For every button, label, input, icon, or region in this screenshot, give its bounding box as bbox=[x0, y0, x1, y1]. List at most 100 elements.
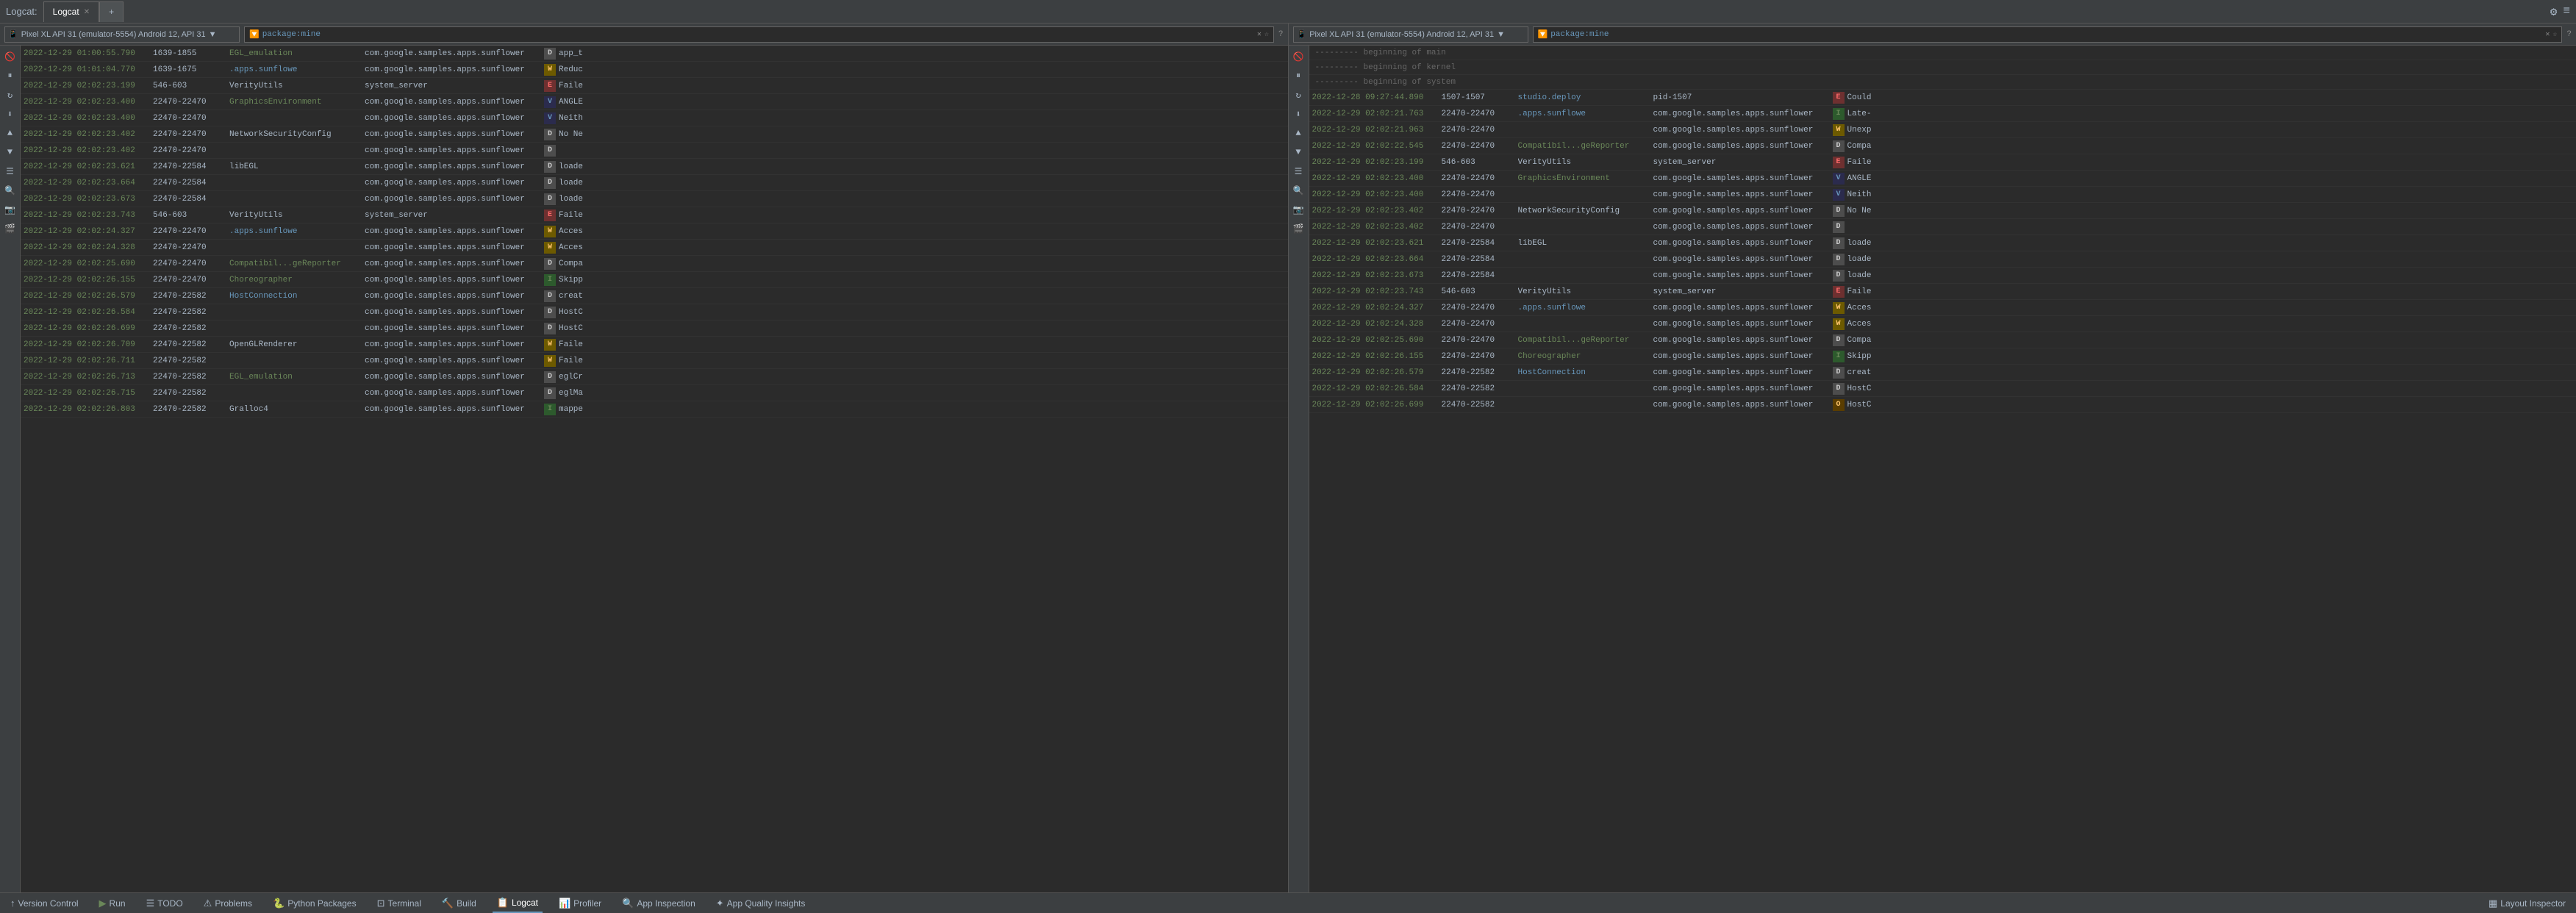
bottom-app-inspection[interactable]: 🔍 App Inspection bbox=[618, 893, 700, 913]
log-message: Faile bbox=[1847, 158, 1872, 167]
log-pid: 22470-22582 bbox=[153, 308, 226, 317]
log-timestamp: 2022-12-29 02:02:23.402 bbox=[24, 130, 150, 139]
table-row[interactable]: 2022-12-29 02:02:23.40022470-22470com.go… bbox=[1309, 187, 2576, 203]
right-icon-video[interactable]: 🎬 bbox=[1290, 221, 1306, 237]
table-row[interactable]: 2022-12-29 02:02:26.71122470-22582com.go… bbox=[21, 353, 1288, 369]
bottom-logcat[interactable]: 📋 Logcat bbox=[493, 893, 543, 913]
table-row[interactable]: 2022-12-29 02:02:26.15522470-22470Choreo… bbox=[1309, 348, 2576, 365]
table-row[interactable]: 2022-12-29 02:02:23.40222470-22470Networ… bbox=[21, 126, 1288, 143]
table-row[interactable]: 2022-12-29 02:02:23.40022470-22470Graphi… bbox=[21, 94, 1288, 110]
table-row[interactable]: 2022-12-29 02:02:26.15522470-22470Choreo… bbox=[21, 272, 1288, 288]
bottom-terminal[interactable]: ⊡ Terminal bbox=[373, 893, 426, 913]
left-device-selector[interactable]: 📱 Pixel XL API 31 (emulator-5554) Androi… bbox=[4, 26, 240, 43]
left-icon-clear[interactable]: 🚫 bbox=[2, 49, 18, 65]
table-row[interactable]: 2022-12-29 02:02:23.66422470-22584com.go… bbox=[21, 175, 1288, 191]
table-row[interactable]: 2022-12-29 02:02:23.40022470-22470com.go… bbox=[21, 110, 1288, 126]
settings-icon[interactable]: ⚙ bbox=[2550, 4, 2558, 19]
right-filter-help[interactable]: ? bbox=[2566, 30, 2572, 39]
table-row[interactable]: 2022-12-29 02:02:23.40222470-22470Networ… bbox=[1309, 203, 2576, 219]
left-icon-refresh[interactable]: ↻ bbox=[2, 87, 18, 103]
bottom-run[interactable]: ▶ Run bbox=[95, 893, 130, 913]
right-icon-down[interactable]: ▼ bbox=[1290, 144, 1306, 160]
logcat-tab[interactable]: Logcat ✕ bbox=[43, 1, 99, 22]
right-icon-clear[interactable]: 🚫 bbox=[1290, 49, 1306, 65]
right-icon-up[interactable]: ▲ bbox=[1290, 125, 1306, 141]
left-filter-help[interactable]: ? bbox=[1278, 30, 1284, 39]
logcat-tab-close[interactable]: ✕ bbox=[84, 8, 90, 16]
bottom-version-control[interactable]: ↑ Version Control bbox=[6, 893, 83, 913]
right-icon-list[interactable]: ☰ bbox=[1290, 163, 1306, 179]
add-tab[interactable]: + bbox=[99, 1, 124, 22]
right-icon-camera[interactable]: 📷 bbox=[1290, 201, 1306, 218]
left-icon-scroll-end[interactable]: ⬇ bbox=[2, 106, 18, 122]
table-row[interactable]: 2022-12-29 02:02:23.40022470-22470Graphi… bbox=[1309, 171, 2576, 187]
bottom-layout-inspector[interactable]: ▦ Layout Inspector bbox=[2484, 893, 2570, 913]
bottom-app-quality-insights[interactable]: ✦ App Quality Insights bbox=[712, 893, 810, 913]
table-row[interactable]: 2022-12-29 02:02:26.69922470-22582com.go… bbox=[1309, 397, 2576, 413]
left-icon-down[interactable]: ▼ bbox=[2, 144, 18, 160]
left-icon-camera[interactable]: 📷 bbox=[2, 201, 18, 218]
bottom-problems[interactable]: ⚠ Problems bbox=[199, 893, 257, 913]
table-row[interactable]: 2022-12-29 02:02:23.743546-603VerityUtil… bbox=[21, 207, 1288, 223]
table-row[interactable]: 2022-12-29 02:02:23.199546-603VerityUtil… bbox=[1309, 154, 2576, 171]
table-row[interactable]: 2022-12-29 02:02:23.62122470-22584libEGL… bbox=[1309, 235, 2576, 251]
right-icon-refresh[interactable]: ↻ bbox=[1290, 87, 1306, 103]
bottom-build[interactable]: 🔨 Build bbox=[437, 893, 481, 913]
log-timestamp: 2022-12-29 02:02:26.713 bbox=[24, 373, 150, 382]
table-row[interactable]: 2022-12-29 02:02:23.40222470-22470com.go… bbox=[21, 143, 1288, 159]
table-row[interactable]: 2022-12-29 02:02:23.199546-603VerityUtil… bbox=[21, 78, 1288, 94]
table-row[interactable]: 2022-12-29 02:02:26.58422470-22582com.go… bbox=[21, 304, 1288, 321]
right-icon-pause[interactable]: ⏸ bbox=[1290, 68, 1306, 84]
left-icon-pause[interactable]: ⏸ bbox=[2, 68, 18, 84]
table-row[interactable]: 2022-12-28 09:27:44.8901507-1507studio.d… bbox=[1309, 90, 2576, 106]
table-row[interactable]: 2022-12-29 02:02:23.62122470-22584libEGL… bbox=[21, 159, 1288, 175]
table-row[interactable]: 2022-12-29 02:02:25.69022470-22470Compat… bbox=[21, 256, 1288, 272]
left-filter-star[interactable]: ☆ bbox=[1264, 30, 1269, 39]
table-row[interactable]: 2022-12-29 02:02:26.69922470-22582com.go… bbox=[21, 321, 1288, 337]
left-filter-close[interactable]: ✕ bbox=[1257, 30, 1262, 39]
right-log-panel: 📱 Pixel XL API 31 (emulator-5554) Androi… bbox=[1289, 24, 2576, 892]
table-row[interactable]: 2022-12-29 01:00:55.7901639-1855EGL_emul… bbox=[21, 46, 1288, 62]
right-icon-scroll-end[interactable]: ⬇ bbox=[1290, 106, 1306, 122]
right-filter-star[interactable]: ☆ bbox=[2552, 30, 2557, 39]
right-filter-close[interactable]: ✕ bbox=[2545, 30, 2550, 39]
right-filter-bar[interactable]: 🔽 package:mine ✕ ☆ bbox=[1533, 26, 2563, 43]
table-row[interactable]: 2022-12-29 02:02:26.70922470-22582OpenGL… bbox=[21, 337, 1288, 353]
table-row[interactable]: 2022-12-29 02:02:24.32822470-22470com.go… bbox=[1309, 316, 2576, 332]
table-row[interactable]: 2022-12-29 02:02:26.58422470-22582com.go… bbox=[1309, 381, 2576, 397]
table-row[interactable]: 2022-12-29 02:02:21.76322470-22470.apps.… bbox=[1309, 106, 2576, 122]
table-row[interactable]: 2022-12-29 02:02:21.96322470-22470com.go… bbox=[1309, 122, 2576, 138]
table-row[interactable]: 2022-12-29 02:02:26.80322470-22582Grallo… bbox=[21, 401, 1288, 418]
log-package: com.google.samples.apps.sunflower bbox=[365, 308, 541, 317]
log-message: app_t bbox=[559, 49, 583, 58]
table-row[interactable]: 2022-12-29 02:02:24.32722470-22470.apps.… bbox=[1309, 300, 2576, 316]
table-row[interactable]: 2022-12-29 02:02:26.57922470-22582HostCo… bbox=[1309, 365, 2576, 381]
table-row[interactable]: 2022-12-29 02:02:23.67322470-22584com.go… bbox=[21, 191, 1288, 207]
left-icon-video[interactable]: 🎬 bbox=[2, 221, 18, 237]
left-filter-bar[interactable]: 🔽 package:mine ✕ ☆ bbox=[244, 26, 1274, 43]
bottom-todo[interactable]: ☰ TODO bbox=[142, 893, 187, 913]
table-row[interactable]: 2022-12-29 02:02:23.743546-603VerityUtil… bbox=[1309, 284, 2576, 300]
table-row[interactable]: 2022-12-29 02:02:25.69022470-22470Compat… bbox=[1309, 332, 2576, 348]
table-row[interactable]: 2022-12-29 02:02:26.71522470-22582com.go… bbox=[21, 385, 1288, 401]
right-device-selector[interactable]: 📱 Pixel XL API 31 (emulator-5554) Androi… bbox=[1293, 26, 1528, 43]
table-row[interactable]: 2022-12-29 02:02:24.32722470-22470.apps.… bbox=[21, 223, 1288, 240]
table-row[interactable]: 2022-12-29 02:02:23.40222470-22470com.go… bbox=[1309, 219, 2576, 235]
table-row[interactable]: 2022-12-29 02:02:24.32822470-22470com.go… bbox=[21, 240, 1288, 256]
table-row[interactable]: 2022-12-29 02:02:22.54522470-22470Compat… bbox=[1309, 138, 2576, 154]
table-row[interactable]: 2022-12-29 02:02:23.66422470-22584com.go… bbox=[1309, 251, 2576, 268]
layout-inspector-icon: ▦ bbox=[2489, 898, 2497, 909]
bottom-profiler[interactable]: 📊 Profiler bbox=[554, 893, 606, 913]
bottom-python-packages[interactable]: 🐍 Python Packages bbox=[268, 893, 361, 913]
log-timestamp: 2022-12-29 02:02:23.673 bbox=[24, 195, 150, 204]
left-icon-up[interactable]: ▲ bbox=[2, 125, 18, 141]
left-icon-search[interactable]: 🔍 bbox=[2, 182, 18, 198]
logcat-label: Logcat: bbox=[6, 6, 37, 17]
table-row[interactable]: 2022-12-29 02:02:23.67322470-22584com.go… bbox=[1309, 268, 2576, 284]
table-row[interactable]: 2022-12-29 02:02:26.57922470-22582HostCo… bbox=[21, 288, 1288, 304]
menu-icon[interactable]: ≡ bbox=[2563, 4, 2570, 19]
right-icon-search[interactable]: 🔍 bbox=[1290, 182, 1306, 198]
table-row[interactable]: 2022-12-29 02:02:26.71322470-22582EGL_em… bbox=[21, 369, 1288, 385]
left-icon-list[interactable]: ☰ bbox=[2, 163, 18, 179]
table-row[interactable]: 2022-12-29 01:01:04.7701639-1675.apps.su… bbox=[21, 62, 1288, 78]
